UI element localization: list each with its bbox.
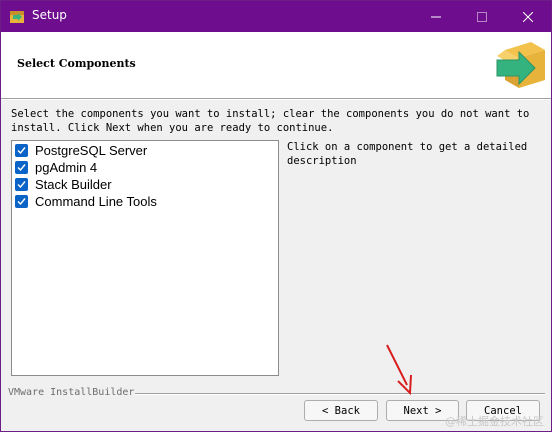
watermark: @稀土掘金技术社区	[445, 415, 544, 428]
title-bar[interactable]: Setup	[1, 1, 551, 32]
component-label: PostgreSQL Server	[35, 143, 148, 158]
close-icon	[523, 11, 533, 22]
component-label: Command Line Tools	[35, 194, 157, 209]
maximize-button[interactable]	[459, 1, 505, 32]
installer-brand: VMware InstallBuilder	[8, 387, 135, 398]
back-button[interactable]: < Back	[304, 400, 378, 421]
checkbox-checked-icon[interactable]	[15, 161, 28, 174]
minimize-icon	[431, 16, 441, 17]
instructions-text: Select the components you want to instal…	[11, 108, 530, 134]
component-item-postgresql-server[interactable]: PostgreSQL Server	[15, 142, 147, 159]
maximize-icon	[477, 11, 487, 22]
component-label: Stack Builder	[35, 177, 112, 192]
window-title: Setup	[32, 8, 67, 22]
minimize-button[interactable]	[413, 1, 459, 32]
footer-divider	[135, 393, 545, 395]
checkbox-checked-icon[interactable]	[15, 144, 28, 157]
component-item-stack-builder[interactable]: Stack Builder	[15, 176, 112, 193]
component-description: Click on a component to get a detailed d…	[287, 141, 528, 167]
red-annotation-arrow-icon	[386, 344, 412, 396]
header-panel: Select Components	[1, 32, 551, 98]
close-button[interactable]	[505, 1, 551, 32]
component-item-command-line-tools[interactable]: Command Line Tools	[15, 193, 157, 210]
header-divider	[1, 98, 551, 100]
install-box-arrow-icon	[496, 42, 545, 88]
checkbox-checked-icon[interactable]	[15, 178, 28, 191]
app-icon	[10, 11, 24, 23]
checkbox-checked-icon[interactable]	[15, 195, 28, 208]
setup-window: Setup Select Components Select the compo…	[0, 0, 552, 432]
component-item-pgadmin[interactable]: pgAdmin 4	[15, 159, 97, 176]
component-list[interactable]: PostgreSQL Server pgAdmin 4 Stack Builde…	[11, 140, 279, 376]
component-label: pgAdmin 4	[35, 160, 98, 175]
page-title: Select Components	[17, 57, 136, 70]
